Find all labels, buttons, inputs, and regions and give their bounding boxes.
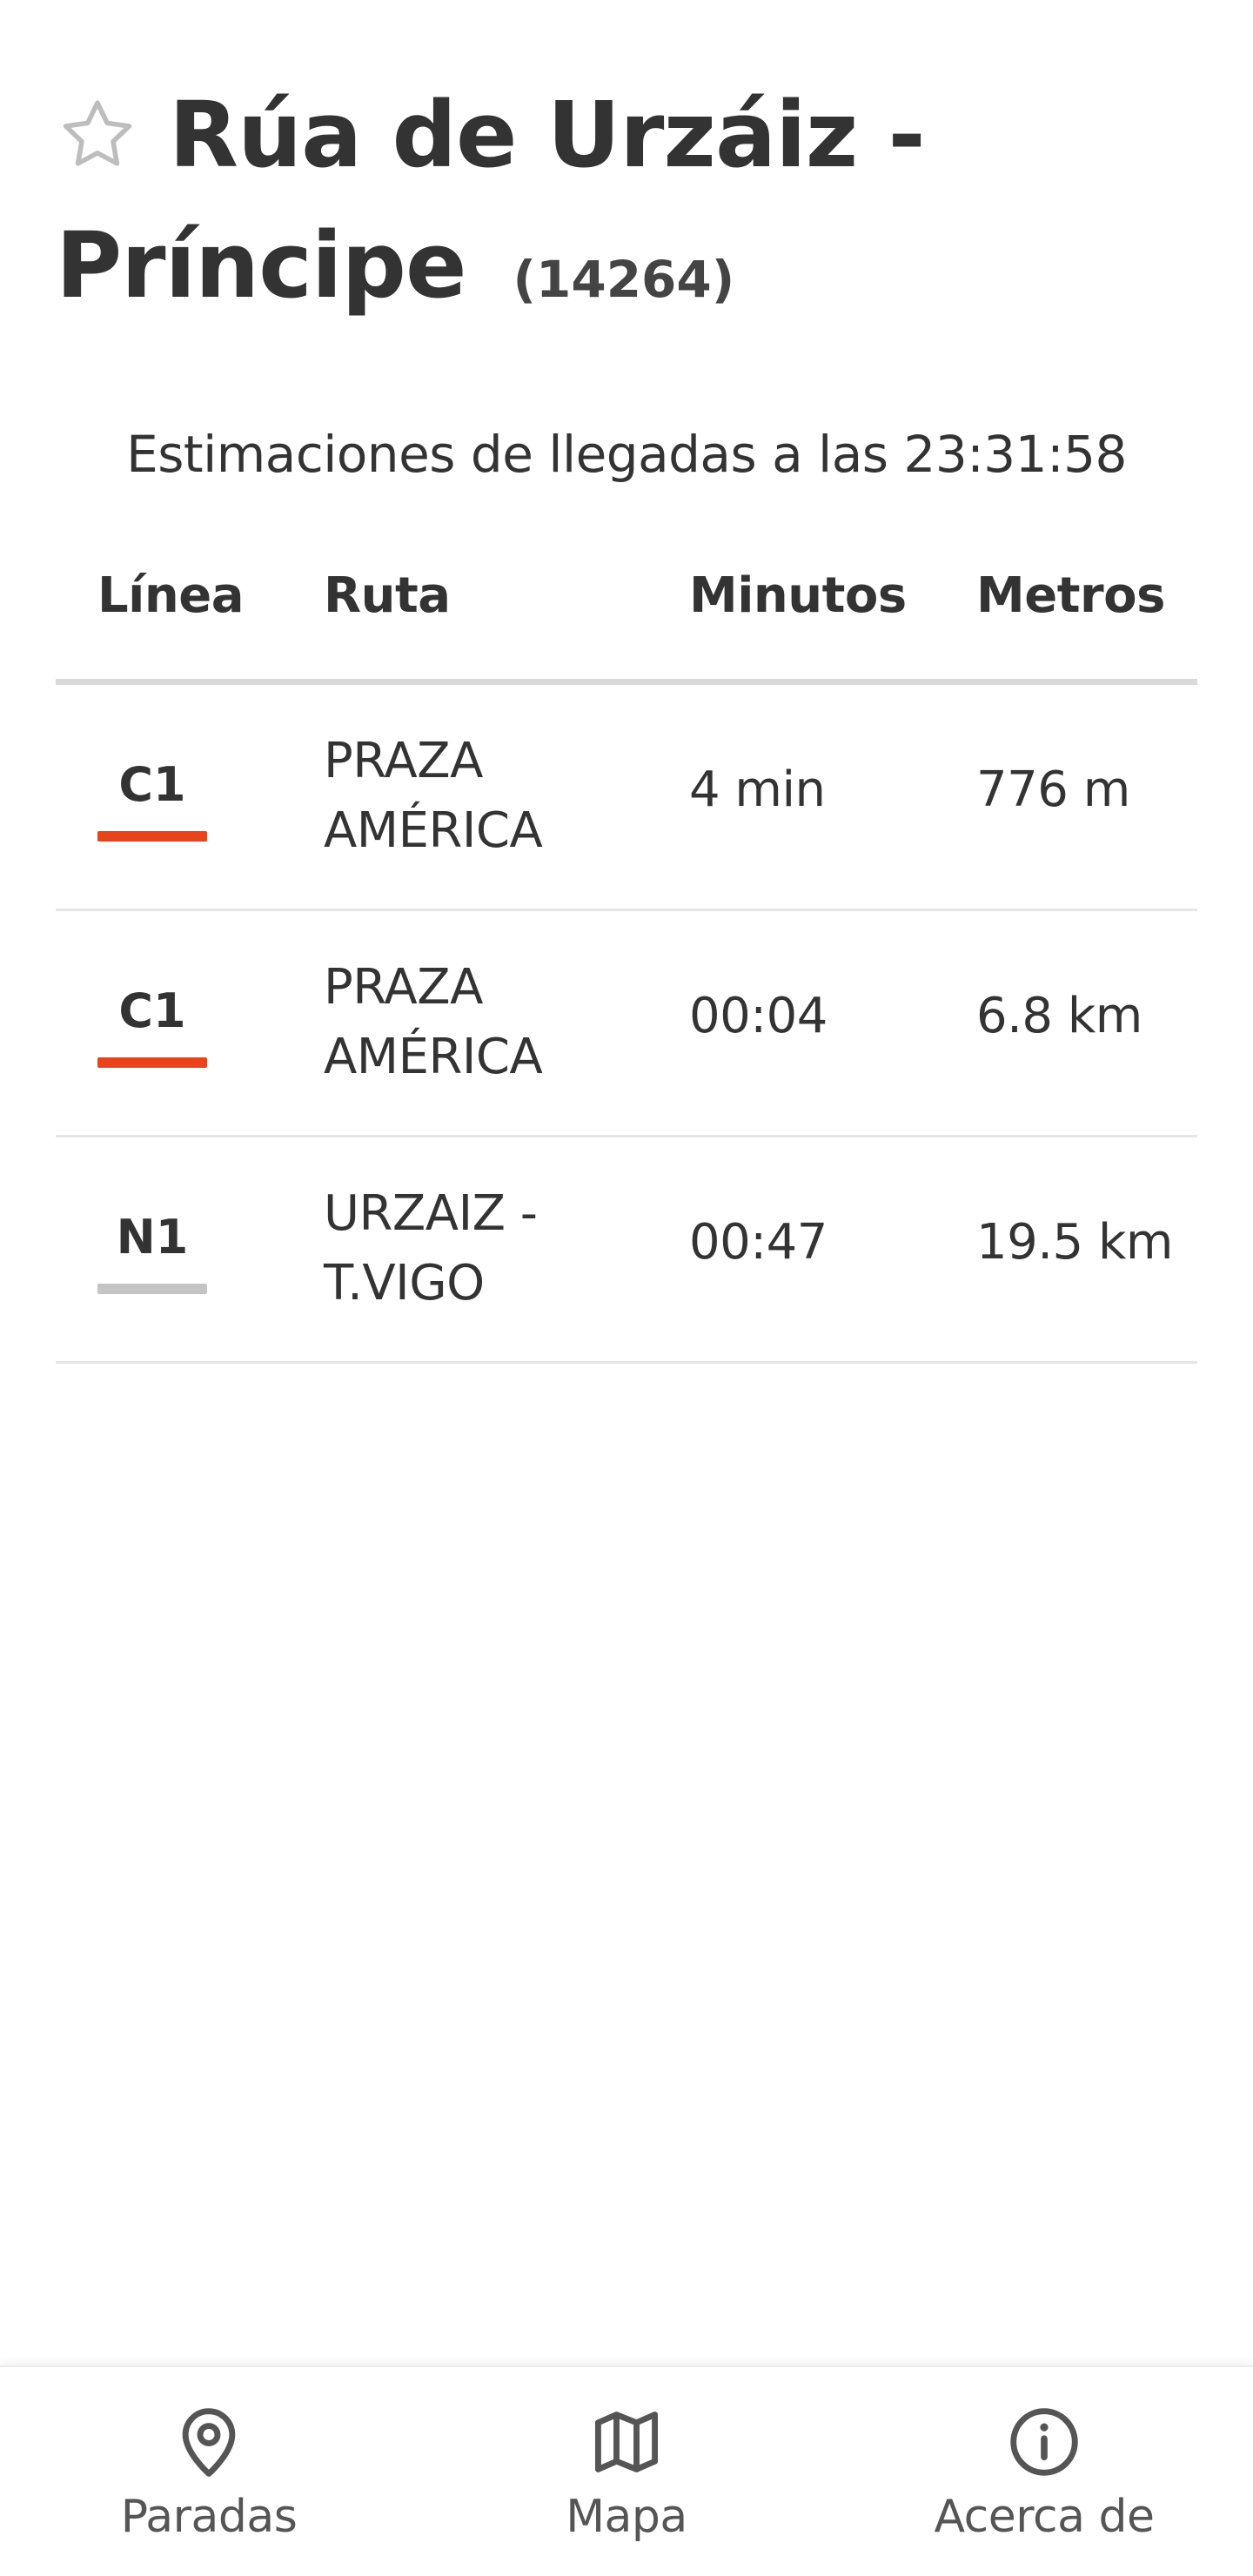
line-badge: C1: [97, 758, 207, 842]
arrival-minutes: 4 min: [689, 761, 826, 818]
map-pin-icon: [182, 2408, 236, 2477]
header-route: Ruta: [324, 567, 451, 624]
bottom-navigation: Paradas Mapa Acerca de: [0, 2365, 1253, 2576]
nav-stops-label: Paradas: [120, 2491, 298, 2543]
line-color-bar: [97, 1284, 207, 1294]
route-name: PRAZA AMÉRICA: [324, 959, 543, 1085]
arrival-minutes: 00:47: [689, 1214, 828, 1271]
arrivals-table: Línea Ruta Minutos Metros C1 PRAZA AMÉRI…: [56, 548, 1197, 1364]
nav-about-label: Acerca de: [934, 2491, 1155, 2543]
arrival-distance: 6.8 km: [976, 988, 1142, 1044]
table-row[interactable]: C1 PRAZA AMÉRICA 00:04 6.8 km: [56, 911, 1197, 1137]
table-header: Línea Ruta Minutos Metros: [56, 548, 1197, 685]
arrival-minutes: 00:04: [689, 988, 828, 1044]
route-name: URZAIZ - T.VIGO: [324, 1185, 538, 1311]
header-meters: Metros: [976, 567, 1165, 624]
title-row-1: Rúa de Urzáiz -: [56, 70, 1204, 200]
star-outline-icon[interactable]: [56, 93, 139, 177]
line-number: C1: [118, 757, 186, 812]
map-icon: [594, 2412, 659, 2472]
arrival-distance: 19.5 km: [976, 1214, 1173, 1271]
info-icon: [1010, 2408, 1078, 2476]
header-line: Línea: [97, 567, 245, 624]
nav-map[interactable]: Mapa: [470, 2402, 783, 2543]
line-number: C1: [118, 983, 186, 1038]
stop-header: Rúa de Urzáiz - Príncipe (14264): [56, 70, 1204, 331]
route-name: PRAZA AMÉRICA: [324, 733, 543, 859]
line-badge: C1: [97, 984, 207, 1068]
line-number: N1: [116, 1210, 189, 1265]
stop-title-line2: Príncipe: [56, 212, 466, 319]
table-row[interactable]: N1 URZAIZ - T.VIGO 00:47 19.5 km: [56, 1137, 1197, 1364]
header-minutes: Minutos: [689, 567, 907, 624]
stop-title-line1: Rúa de Urzáiz -: [169, 82, 926, 188]
nav-map-label: Mapa: [566, 2491, 687, 2543]
stop-estimates-screen: Rúa de Urzáiz - Príncipe (14264) Estimac…: [0, 0, 1253, 2576]
nav-about[interactable]: Acerca de: [888, 2402, 1201, 2543]
stop-code: (14264): [513, 250, 735, 309]
line-badge: N1: [97, 1211, 207, 1294]
nav-stops[interactable]: Paradas: [52, 2402, 365, 2543]
line-color-bar: [97, 831, 207, 842]
arrival-distance: 776 m: [976, 761, 1130, 818]
title-row-2: Príncipe (14264): [56, 200, 1204, 331]
line-color-bar: [97, 1057, 207, 1068]
table-row[interactable]: C1 PRAZA AMÉRICA 4 min 776 m: [56, 685, 1197, 911]
estimations-timestamp: Estimaciones de llegadas a las 23:31:58: [126, 425, 1127, 484]
